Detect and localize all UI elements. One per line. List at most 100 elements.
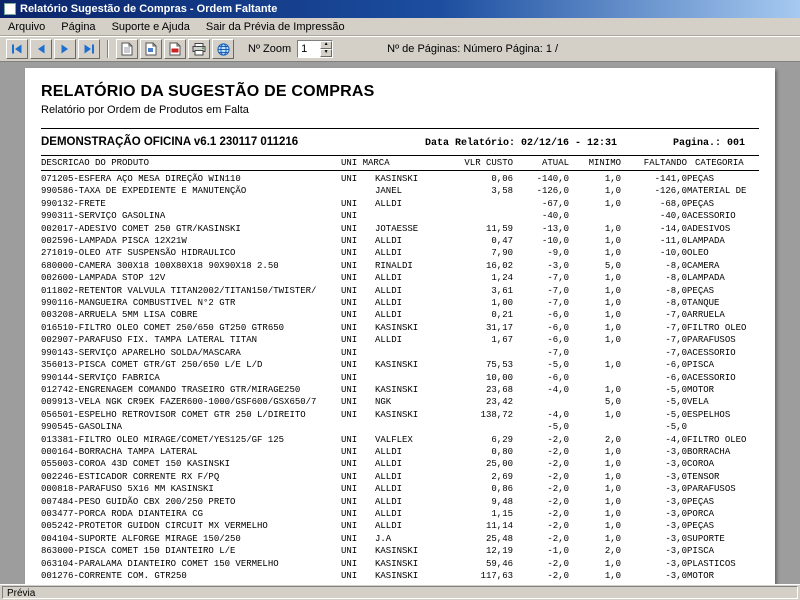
cell-custo: 3,61 [491, 285, 514, 296]
cell-atual: -4,0 [547, 384, 570, 395]
next-page-button[interactable] [54, 39, 76, 59]
cell-marca [375, 347, 451, 359]
cell-desc: 990144-SERVIÇO FABRICA [41, 372, 160, 383]
cell-custo: 0,21 [491, 310, 514, 321]
cell-marca: VALFLEX [375, 434, 413, 445]
cell-desc: 001276-CORRENTE COM. GTR250 [41, 571, 187, 581]
cell-faltando: -8,0 [665, 298, 688, 309]
cell-custo: 25,48 [486, 533, 514, 544]
cell-atual: -7,0 [547, 298, 570, 309]
column-header: UNI MARCA [341, 155, 452, 171]
cell-atual: -6,0 [547, 372, 570, 383]
first-page-button[interactable] [6, 39, 28, 59]
table-row: 005242-PROTETOR GUIDON CIRCUIT MX VERMEL… [41, 520, 759, 532]
divider [41, 128, 759, 129]
cell-faltando: -5,0 [665, 384, 688, 395]
cell-uni: UNI [341, 471, 358, 482]
cell-desc: 002907-PARAFUSO FIX. TAMPA LATERAL TITAN [41, 335, 258, 346]
cell-minimo [569, 347, 621, 359]
cell-marca: ALLDI [375, 496, 403, 507]
cell-uni: UNI [341, 484, 358, 495]
cell-minimo: 1,0 [604, 558, 622, 569]
print-button[interactable] [188, 39, 210, 59]
cell-atual: -2,0 [547, 521, 570, 532]
cell-uni: UNI [341, 211, 358, 222]
cell-desc: 863000-PISCA COMET 150 DIANTEIRO L/E [41, 546, 236, 557]
cell-marca: ALLDI [375, 273, 403, 284]
cell-marca: KASINSKI [375, 546, 419, 557]
cell-desc: 063104-PARALAMA DIANTEIRO COMET 150 VERM… [41, 558, 279, 569]
cell-uni: UNI [341, 521, 358, 532]
previous-page-button[interactable] [30, 39, 52, 59]
cell-uni: UNI [341, 285, 358, 296]
page-setup-button[interactable] [140, 39, 162, 59]
report-date: Data Relatório: 02/12/16 - 12:31 [424, 138, 617, 149]
cell-categoria [687, 421, 759, 433]
zoom-spinner[interactable]: 1 ▲ ▼ [297, 40, 334, 58]
cell-categoria: PLASTICOS [687, 558, 736, 569]
cell-uni: UNI [341, 223, 358, 234]
globe-button[interactable] [212, 39, 234, 59]
cell-uni: UNI [341, 434, 358, 445]
cell-desc: 011802-RETENTOR VALVULA TITAN2002/TITAN1… [41, 285, 317, 296]
cell-categoria: MOTOR [687, 384, 715, 395]
cell-categoria: SUPORTE [687, 533, 725, 544]
cell-uni: UNI [341, 335, 358, 346]
cell-atual [513, 396, 569, 408]
last-page-button[interactable] [78, 39, 100, 59]
zoom-label: Nº Zoom [248, 43, 292, 55]
cell-atual: -4,0 [547, 409, 570, 420]
cell-desc: 356013-PISCA COMET GTR/GT 250/650 L/E L/… [41, 360, 263, 371]
menu-arquivo[interactable]: Arquivo [0, 19, 53, 35]
cell-uni: UNI [341, 459, 358, 470]
cell-uni: UNI [341, 372, 358, 383]
cell-faltando: -5,0 [665, 409, 688, 420]
menu-pagina[interactable]: Página [53, 19, 103, 35]
window-title: Relatório Sugestão de Compras - Ordem Fa… [20, 3, 278, 15]
cell-desc: 002600-LAMPADA STOP 12V [41, 273, 166, 284]
cell-minimo: 1,0 [604, 508, 622, 519]
cell-atual: -2,0 [547, 459, 570, 470]
cell-custo: 1,24 [491, 273, 514, 284]
cell-categoria: PEÇAS [687, 285, 715, 296]
spin-down-icon[interactable]: ▼ [320, 49, 333, 57]
cell-categoria: TENSOR [687, 471, 720, 482]
cell-desc: 002596-LAMPADA PISCA 12X21W [41, 236, 187, 247]
cell-desc: 012742-ENGRENAGEM COMANDO TRASEIRO GTR/M… [41, 384, 301, 395]
cell-minimo: 1,0 [604, 298, 622, 309]
cell-marca [375, 421, 451, 433]
cell-atual: -40,0 [542, 211, 570, 222]
table-row: 016510-FILTRO OLEO COMET 250/650 GT250 G… [41, 322, 759, 334]
cell-custo: 75,53 [486, 360, 514, 371]
cell-faltando: -7,0 [665, 335, 688, 346]
last-page-icon [84, 44, 94, 54]
cell-minimo: 1,0 [604, 496, 622, 507]
status-bar: Prévia [0, 584, 800, 600]
cell-custo: 11,59 [486, 223, 514, 234]
cell-categoria: PARAFUSOS [687, 335, 736, 346]
table-row: 990144-SERVIÇO FABRICA UNI 10,00 -6,0 -6,0 AC… [41, 372, 759, 384]
cell-desc: 003208-ARRUELA 5MM LISA COBRE [41, 310, 198, 321]
cell-faltando: -3,0 [665, 533, 688, 544]
cell-categoria: LAMPADA [687, 236, 725, 247]
column-header: DESCRICAO DO PRODUTO [41, 155, 341, 171]
menu-suporte-ajuda[interactable]: Suporte e Ajuda [104, 19, 198, 35]
menu-sair-previa[interactable]: Sair da Prévia de Impressão [198, 19, 353, 35]
cell-marca: ALLDI [375, 459, 403, 470]
cell-uni: UNI [341, 533, 358, 544]
document-button[interactable] [116, 39, 138, 59]
cell-marca: ALLDI [375, 521, 403, 532]
cell-minimo: 1,0 [604, 409, 622, 420]
table-row: 003477-PORCA RODA DIANTEIRA CG UNI ALLDI 1,… [41, 508, 759, 520]
cell-categoria: MATERIAL DE [687, 186, 747, 197]
cell-marca: ALLDI [375, 310, 403, 321]
pdf-export-button[interactable] [164, 39, 186, 59]
cell-faltando: -7,0 [665, 322, 688, 333]
cell-marca: JANEL [375, 186, 403, 197]
cell-categoria: PEÇAS [687, 174, 715, 184]
cell-uni: UNI [341, 360, 358, 371]
cell-faltando: -3,0 [665, 446, 688, 457]
cell-atual: -126,0 [536, 186, 570, 197]
spin-up-icon[interactable]: ▲ [320, 41, 333, 49]
cell-custo: 59,46 [486, 558, 514, 569]
